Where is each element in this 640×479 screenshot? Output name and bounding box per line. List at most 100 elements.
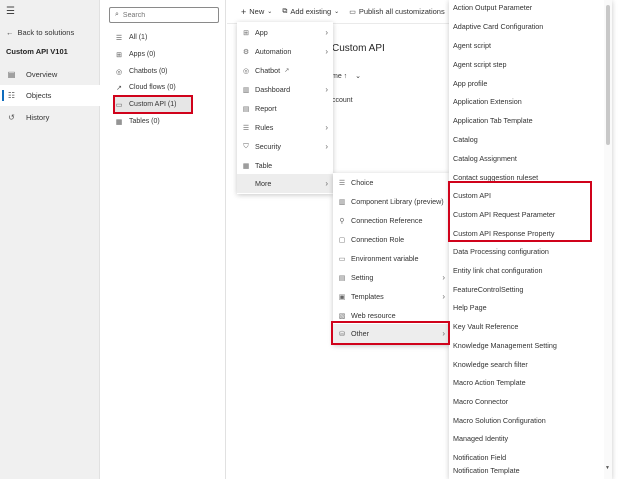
menu-item-app[interactable]: ⊞ App › — [237, 23, 333, 42]
other-menu: Action Output Parameter Adaptive Card Co… — [449, 0, 612, 479]
external-link-icon: ↗ — [284, 68, 290, 74]
menu-item-label: Connection Reference — [351, 216, 423, 225]
menu-item[interactable]: Managed Identity — [449, 429, 508, 448]
add-existing-icon: ⧉ — [282, 7, 288, 15]
chevron-right-icon: › — [442, 292, 445, 301]
menu-item-templates[interactable]: ▣ Templates › — [333, 287, 450, 306]
table-row[interactable]: ccount — [332, 97, 353, 104]
hamburger-icon[interactable]: ☰ — [6, 6, 15, 17]
menu-item-component-library[interactable]: ▥ Component Library (preview) — [333, 192, 450, 211]
publish-all-button[interactable]: ▭ Publish all customizations — [349, 7, 445, 16]
tree-item-label: Chatbots (0) — [129, 68, 168, 75]
web-resource-icon: ▧ — [338, 312, 346, 320]
menu-item-custom-api-request-parameter[interactable]: Custom API Request Parameter — [449, 205, 555, 224]
menu-item-label: App — [255, 28, 268, 37]
chevron-right-icon: › — [325, 28, 328, 37]
component-library-icon: ▥ — [338, 198, 346, 206]
menu-item[interactable]: Catalog — [449, 130, 478, 149]
menu-item-dashboard[interactable]: ▥ Dashboard › — [237, 80, 333, 99]
menu-item-environment-variable[interactable]: ▭ Environment variable — [333, 249, 450, 268]
menu-item-more[interactable]: More › — [237, 174, 333, 193]
menu-item[interactable]: Adaptive Card Configuration — [449, 17, 543, 36]
menu-item[interactable]: Entity link chat configuration — [449, 261, 543, 280]
scrollbar-thumb[interactable] — [606, 5, 610, 145]
search-icon: ⌕ — [115, 11, 119, 18]
add-existing-button[interactable]: ⧉ Add existing ⌄ — [282, 7, 339, 16]
menu-item-label: Table — [255, 161, 273, 170]
app-root: ☰ ← Back to solutions Custom API V101 ▤ … — [0, 0, 640, 479]
new-menu: ⊞ App › ⚙ Automation › ◎ Chatbot ↗ ▥ Das… — [237, 22, 333, 194]
menu-item[interactable]: FeatureControlSetting — [449, 280, 523, 299]
menu-item-connection-reference[interactable]: ⚲ Connection Reference — [333, 211, 450, 230]
menu-item-chatbot[interactable]: ◎ Chatbot ↗ — [237, 61, 333, 80]
menu-item[interactable]: Agent script — [449, 36, 491, 55]
menu-item[interactable]: Help Page — [449, 298, 487, 317]
other-icon: ⛁ — [339, 330, 345, 338]
menu-item-setting[interactable]: ▤ Setting › — [333, 268, 450, 287]
rules-icon: ☰ — [242, 124, 250, 132]
tree-item-cloud-flows[interactable]: ↗ Cloud flows (0) — [115, 80, 176, 95]
security-icon: ⛉ — [243, 142, 249, 150]
menu-item[interactable]: Application Tab Template — [449, 111, 533, 130]
automation-icon: ⚙ — [242, 48, 250, 56]
menu-item-table[interactable]: ▦ Table — [237, 156, 333, 175]
menu-item-custom-api-response-property[interactable]: Custom API Response Property — [449, 224, 554, 243]
menu-item-automation[interactable]: ⚙ Automation › — [237, 42, 333, 61]
menu-item[interactable]: Catalog Assignment — [449, 149, 517, 168]
menu-item-label: More — [255, 179, 272, 188]
list-icon: ☰ — [115, 34, 123, 42]
menu-item-custom-api[interactable]: Custom API — [449, 186, 491, 205]
menu-item[interactable]: Notification Template — [449, 466, 520, 479]
tree-item-label: All (1) — [129, 34, 148, 41]
tree-item-tables[interactable]: ▦ Tables (0) — [115, 114, 160, 129]
tree-item-chatbots[interactable]: ◎ Chatbots (0) — [115, 64, 168, 79]
tree-item-label: Tables (0) — [129, 118, 160, 125]
app-icon: ⊞ — [243, 29, 249, 37]
chevron-right-icon: › — [325, 85, 328, 94]
menu-item-label: Setting — [351, 273, 374, 282]
menu-item[interactable]: Knowledge search filter — [449, 355, 528, 374]
scroll-down-arrow-icon[interactable]: ▼ — [605, 465, 610, 471]
nav-item-overview[interactable]: ▤ Overview — [0, 64, 100, 85]
menu-item[interactable]: Application Extension — [449, 92, 522, 111]
back-to-solutions-link[interactable]: ← Back to solutions — [6, 28, 74, 37]
menu-item-label: Security — [255, 142, 281, 151]
menu-item-report[interactable]: ▤ Report — [237, 99, 333, 118]
menu-item[interactable]: Key Vault Reference — [449, 317, 518, 336]
menu-item-choice[interactable]: ☰ Choice — [333, 173, 450, 192]
menu-item[interactable]: Macro Action Template — [449, 373, 526, 392]
nav-item-objects[interactable]: ☷ Objects — [0, 85, 100, 106]
tree-item-all[interactable]: ☰ All (1) — [115, 30, 147, 45]
tree-item-apps[interactable]: ⊞ Apps (0) — [115, 47, 155, 62]
flow-icon: ↗ — [116, 84, 122, 92]
menu-item-connection-role[interactable]: ▢ Connection Role — [333, 230, 450, 249]
new-button[interactable]: + New ⌄ — [241, 7, 272, 17]
table-icon: ▦ — [115, 118, 123, 126]
menu-item-other[interactable]: ⛁ Other › — [333, 324, 450, 343]
menu-item[interactable]: Action Output Parameter — [449, 0, 532, 17]
publish-icon: ▭ — [349, 8, 356, 16]
search-box[interactable]: ⌕ — [109, 7, 219, 23]
nav-item-history[interactable]: ↺ History — [0, 107, 100, 128]
add-existing-label: Add existing — [290, 7, 332, 16]
templates-icon: ▣ — [338, 293, 346, 301]
menu-item-label: Rules — [255, 123, 274, 132]
menu-item[interactable]: Notification Field — [449, 448, 506, 467]
menu-item-web-resource[interactable]: ▧ Web resource — [333, 306, 450, 325]
menu-item[interactable]: App profile — [449, 74, 487, 93]
menu-item[interactable]: Knowledge Management Setting — [449, 336, 557, 355]
menu-item[interactable]: Contact suggestion ruleset — [449, 168, 538, 187]
more-menu: ☰ Choice ▥ Component Library (preview) ⚲… — [333, 173, 450, 345]
menu-item[interactable]: Macro Solution Configuration — [449, 411, 546, 430]
menu-item[interactable]: Macro Connector — [449, 392, 508, 411]
menu-item[interactable]: Data Processing configuration — [449, 242, 549, 261]
chevron-right-icon: › — [442, 329, 445, 338]
search-input[interactable] — [122, 11, 213, 19]
arrow-left-icon: ← — [6, 28, 14, 37]
column-header-name[interactable]: me ↑ ⌄ — [332, 72, 361, 80]
menu-item[interactable]: Agent script step — [449, 55, 507, 74]
menu-item-security[interactable]: ⛉ Security › — [237, 137, 333, 156]
menu-item-rules[interactable]: ☰ Rules › — [237, 118, 333, 137]
tree-item-custom-api[interactable]: ▭ Custom API (1) — [115, 97, 192, 112]
objects-icon: ☷ — [7, 91, 16, 100]
